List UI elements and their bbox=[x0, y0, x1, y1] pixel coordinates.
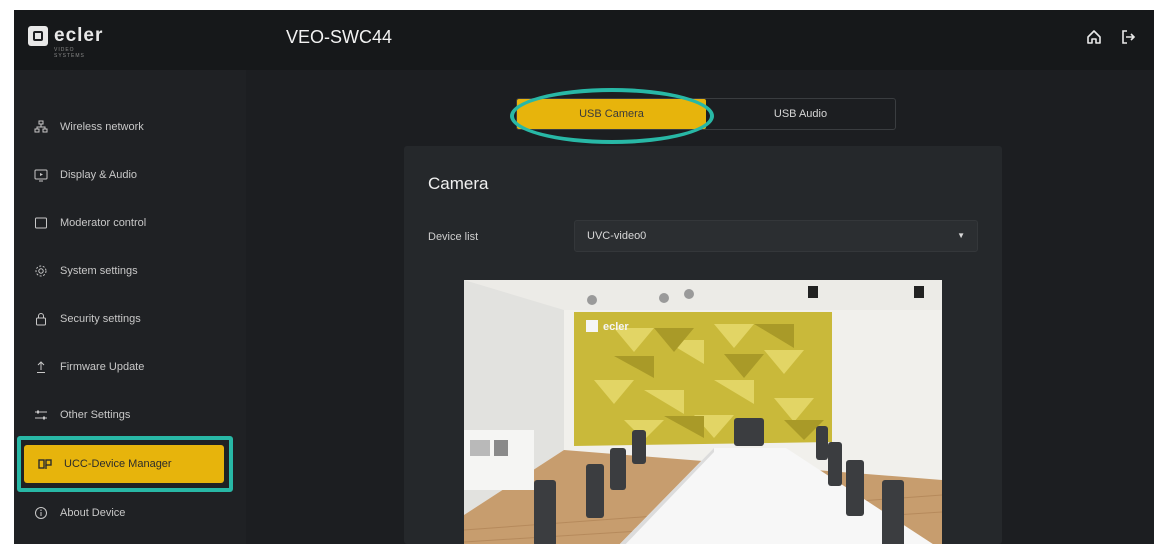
sidebar-item-security-settings[interactable]: Security settings bbox=[20, 300, 230, 338]
sidebar: Wireless network Display & Audio Moderat… bbox=[14, 70, 246, 544]
upload-icon bbox=[32, 358, 50, 376]
sidebar-item-wireless-network[interactable]: Wireless network bbox=[20, 108, 230, 146]
sidebar-item-moderator-control[interactable]: Moderator control bbox=[20, 204, 230, 242]
app-window: ecler VIDEO SYSTEMS VEO-SWC44 Wireless n… bbox=[14, 10, 1154, 544]
sidebar-item-other-settings[interactable]: Other Settings bbox=[20, 396, 230, 434]
sliders-icon bbox=[32, 406, 50, 424]
logo-subtext: VIDEO SYSTEMS bbox=[54, 47, 85, 59]
device-list-value: UVC-video0 bbox=[587, 230, 647, 242]
sidebar-item-label: Moderator control bbox=[60, 217, 147, 229]
camera-preview: ecler bbox=[464, 280, 942, 544]
logo-mark bbox=[28, 26, 48, 46]
sidebar-item-label: System settings bbox=[60, 265, 138, 277]
sidebar-item-firmware-update[interactable]: Firmware Update bbox=[20, 348, 230, 386]
sidebar-item-label: Firmware Update bbox=[60, 361, 145, 373]
logo-text: ecler bbox=[54, 25, 104, 46]
sidebar-item-label: Display & Audio bbox=[60, 169, 138, 181]
tab-usb-audio[interactable]: USB Audio bbox=[706, 99, 895, 129]
logout-icon[interactable] bbox=[1118, 27, 1138, 47]
sidebar-item-label: Wireless network bbox=[60, 121, 144, 133]
chevron-down-icon: ▼ bbox=[957, 231, 965, 240]
home-icon[interactable] bbox=[1084, 27, 1104, 47]
sidebar-item-label: Security settings bbox=[60, 313, 141, 325]
network-icon bbox=[32, 118, 50, 136]
sidebar-item-label: About Device bbox=[60, 507, 126, 519]
lock-icon bbox=[32, 310, 50, 328]
panel-title: Camera bbox=[428, 174, 489, 193]
sidebar-item-system-settings[interactable]: System settings bbox=[20, 252, 230, 290]
device-manager-icon bbox=[36, 455, 54, 473]
wall-logo-text: ecler bbox=[603, 321, 629, 333]
device-name: VEO-SWC44 bbox=[286, 27, 393, 47]
device-list-select[interactable]: UVC-video0 ▼ bbox=[574, 220, 978, 252]
info-icon bbox=[32, 504, 50, 522]
gear-icon bbox=[32, 262, 50, 280]
sidebar-item-ucc-device-manager[interactable]: UCC-Device Manager bbox=[24, 445, 224, 483]
meeting-room-image: ecler bbox=[464, 280, 942, 544]
camera-panel: Camera Device list UVC-video0 ▼ ecler bbox=[404, 146, 1002, 544]
top-bar: ecler VIDEO SYSTEMS VEO-SWC44 bbox=[14, 10, 1154, 70]
tab-highlight-ellipse bbox=[510, 88, 714, 144]
sidebar-item-about-device[interactable]: About Device bbox=[20, 494, 230, 532]
display-icon bbox=[32, 166, 50, 184]
sidebar-item-label: UCC-Device Manager bbox=[64, 458, 172, 470]
device-list-label: Device list bbox=[428, 231, 479, 243]
sidebar-item-label: Other Settings bbox=[60, 409, 131, 421]
sidebar-item-display-audio[interactable]: Display & Audio bbox=[20, 156, 230, 194]
square-icon bbox=[32, 214, 50, 232]
ecler-logo: ecler VIDEO SYSTEMS bbox=[28, 25, 104, 59]
